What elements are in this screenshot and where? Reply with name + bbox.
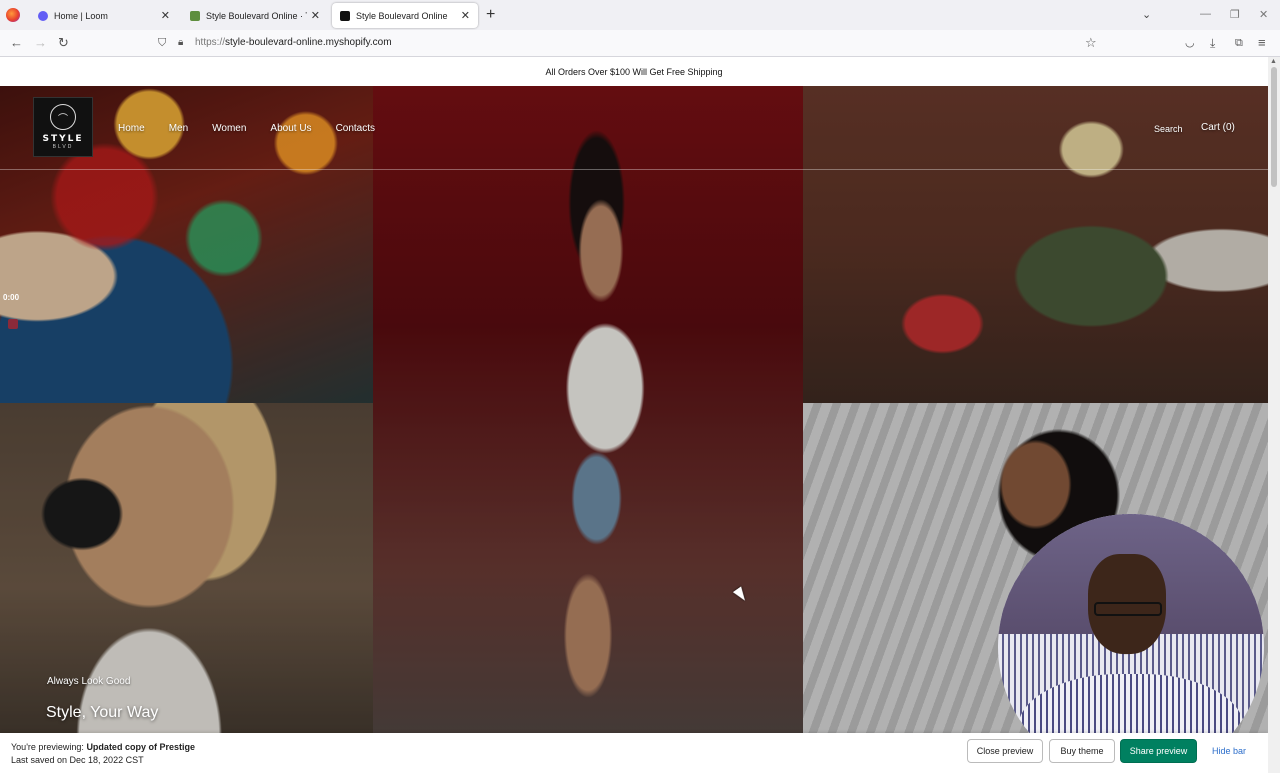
hero-kicker: Always Look Good xyxy=(47,676,131,687)
theme-name: Updated copy of Prestige xyxy=(86,742,195,752)
restore-icon[interactable]: ❐ xyxy=(1230,8,1240,21)
cart-link[interactable]: Cart (0) xyxy=(1201,122,1235,133)
close-tab-icon[interactable]: ✕ xyxy=(311,9,320,22)
tab-theme-editor[interactable]: Style Boulevard Online · Theme ✕ xyxy=(182,3,328,28)
tab-loom[interactable]: Home | Loom ✕ xyxy=(30,3,178,28)
web-page: All Orders Over $100 Will Get Free Shipp… xyxy=(0,57,1268,773)
hero-title: Style, Your Way xyxy=(46,704,159,721)
url-field[interactable]: https://style-boulevard-online.myshopify… xyxy=(195,37,392,48)
loom-timer: 0:00 xyxy=(3,293,20,302)
pocket-icon[interactable]: ◡ xyxy=(1185,35,1195,51)
chevron-down-icon[interactable]: ⌄ xyxy=(1142,8,1151,21)
url-scheme: https:// xyxy=(195,37,226,48)
header-divider xyxy=(0,169,1268,170)
close-tab-icon[interactable]: ✕ xyxy=(161,9,170,22)
menu-icon[interactable]: ≡ xyxy=(1258,35,1266,51)
previewing-text: You're previewing: Updated copy of Prest… xyxy=(11,742,195,752)
scroll-up-icon[interactable]: ▲ xyxy=(1270,58,1277,65)
reload-icon[interactable]: ↻ xyxy=(58,35,69,51)
last-saved-text: Last saved on Dec 18, 2022 CST xyxy=(11,755,144,765)
hide-bar-link[interactable]: Hide bar xyxy=(1212,746,1246,756)
nav-contacts[interactable]: Contacts xyxy=(336,123,375,134)
nav-women[interactable]: Women xyxy=(212,123,246,134)
announcement-bar: All Orders Over $100 Will Get Free Shipp… xyxy=(0,57,1268,86)
page-scrollbar[interactable]: ▲ xyxy=(1268,57,1280,773)
loom-icon xyxy=(38,10,48,21)
hero-section: ⌒ STYLE BLVD Home Men Women About Us Con… xyxy=(0,86,1268,773)
store-icon xyxy=(340,10,350,21)
loom-stop-icon[interactable] xyxy=(8,319,18,329)
store-logo[interactable]: ⌒ STYLE BLVD xyxy=(33,97,93,157)
shopify-icon xyxy=(190,10,200,21)
close-window-icon[interactable]: ✕ xyxy=(1259,8,1268,21)
close-tab-icon[interactable]: ✕ xyxy=(461,9,470,22)
buy-theme-button[interactable]: Buy theme xyxy=(1049,739,1115,763)
logo-sub: BLVD xyxy=(52,144,74,150)
hero-image-red-wall xyxy=(373,86,803,773)
tab-bar: Home | Loom ✕ Style Boulevard Online · T… xyxy=(0,0,1280,30)
bookmark-star-icon[interactable]: ☆ xyxy=(1085,35,1097,51)
presenter-glasses xyxy=(1094,602,1162,616)
lock-icon[interactable]: 🔒︎ xyxy=(178,35,183,51)
tab-title: Home | Loom xyxy=(54,10,108,21)
search-link[interactable]: Search xyxy=(1154,124,1183,134)
previewing-prefix: You're previewing: xyxy=(11,742,87,752)
nav-men[interactable]: Men xyxy=(169,123,188,134)
hanger-icon: ⌒ xyxy=(50,104,76,130)
nav-home[interactable]: Home xyxy=(118,123,145,134)
nav-about-us[interactable]: About Us xyxy=(270,123,311,134)
close-preview-button[interactable]: Close preview xyxy=(967,739,1043,763)
shield-icon[interactable]: ⛉ xyxy=(158,35,166,51)
scroll-thumb[interactable] xyxy=(1271,67,1277,187)
hero-image-street xyxy=(803,86,1268,403)
forward-icon[interactable]: → xyxy=(34,35,47,51)
url-host: style-boulevard-online.myshopify.com xyxy=(225,37,392,48)
back-icon[interactable]: ← xyxy=(10,35,23,51)
logo-word: STYLE xyxy=(42,134,84,144)
address-bar-row: ← → ↻ ⛉ 🔒︎ https://style-boulevard-onlin… xyxy=(0,30,1280,57)
share-preview-button[interactable]: Share preview xyxy=(1120,739,1197,763)
tab-title: Style Boulevard Online xyxy=(356,10,448,21)
browser-menu-icon[interactable] xyxy=(6,8,20,22)
extensions-icon[interactable]: ⧉ xyxy=(1235,35,1243,51)
tab-title: Style Boulevard Online · Theme xyxy=(206,10,307,21)
download-icon[interactable]: ⤓ xyxy=(1210,35,1215,51)
minimize-icon[interactable]: — xyxy=(1200,8,1211,20)
new-tab-icon[interactable]: + xyxy=(486,6,495,24)
main-nav: Home Men Women About Us Contacts xyxy=(118,123,399,134)
tab-store[interactable]: Style Boulevard Online ✕ xyxy=(332,3,478,28)
preview-bar: You're previewing: Updated copy of Prest… xyxy=(0,733,1268,773)
